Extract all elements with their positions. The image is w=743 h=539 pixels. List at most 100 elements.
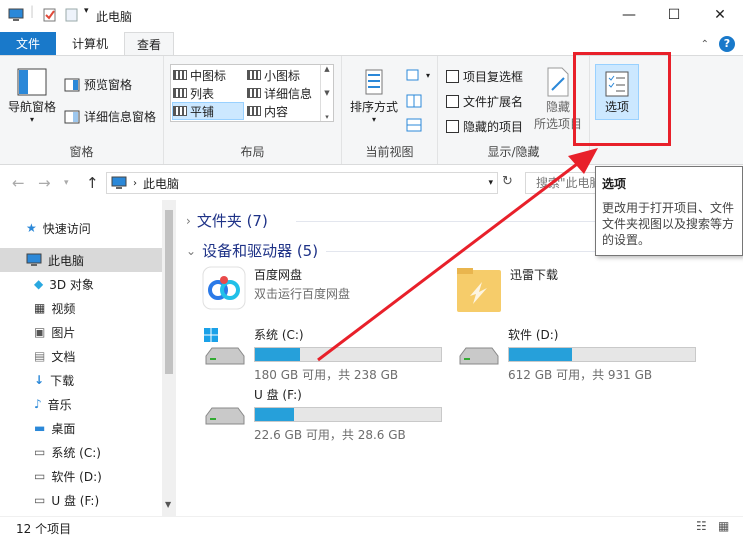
storage-bar-fill bbox=[509, 348, 573, 361]
preview-pane-button[interactable]: 预览窗格 bbox=[64, 76, 132, 93]
image-icon: ▣ bbox=[34, 325, 46, 339]
storage-bar bbox=[508, 347, 696, 362]
nav-item-drive-d[interactable]: ▭ 软件 (D:) bbox=[0, 464, 162, 488]
storage-bar bbox=[254, 347, 442, 362]
refresh-icon[interactable]: ↻ bbox=[502, 174, 513, 189]
music-icon: ♪ bbox=[34, 397, 42, 411]
layout-small-icons[interactable]: 小图标 bbox=[247, 66, 300, 84]
details-view-icon[interactable]: ☷ bbox=[696, 519, 707, 533]
drive-icon: ▭ bbox=[34, 469, 46, 483]
scroll-down-icon[interactable]: ▼ bbox=[165, 500, 171, 509]
tile-xunlei[interactable]: 迅雷下载 bbox=[456, 266, 558, 314]
sort-icon bbox=[365, 69, 383, 95]
address-dropdown-icon[interactable]: ▾ bbox=[488, 178, 493, 188]
layout-gallery: 中图标 小图标 列表 详细信息 平铺 内容 ▲ ▼ ▾ bbox=[170, 64, 334, 122]
item-checkboxes-toggle[interactable]: 项目复选框 bbox=[446, 68, 523, 85]
large-icons-view-icon[interactable]: ▦ bbox=[718, 519, 729, 533]
sort-by-button[interactable]: 排序方式 ▾ bbox=[350, 66, 398, 124]
checkbox[interactable] bbox=[446, 70, 459, 83]
maximize-button[interactable]: ☐ bbox=[651, 0, 697, 30]
usb-drive-icon bbox=[205, 407, 245, 425]
up-arrow-icon[interactable]: ↑ bbox=[86, 174, 99, 192]
nav-item-quick-access[interactable]: ★ 快速访问 bbox=[0, 216, 162, 240]
layout-medium-icons[interactable]: 中图标 bbox=[173, 66, 226, 84]
tab-view[interactable]: 查看 bbox=[124, 32, 175, 56]
layout-label: 详细信息 bbox=[264, 86, 313, 101]
hidden-items-toggle[interactable]: 隐藏的项目 bbox=[446, 118, 523, 135]
drive-icon bbox=[459, 347, 499, 365]
nav-pane-label: 导航窗格 bbox=[8, 100, 57, 114]
properties-icon[interactable] bbox=[42, 8, 58, 22]
nav-item-videos[interactable]: ▦ 视频 bbox=[0, 296, 162, 320]
hide-selected-label: 隐藏 bbox=[546, 100, 571, 114]
nav-item-drive-c[interactable]: ▭ 系统 (C:) bbox=[0, 440, 162, 464]
breadcrumb-separator-icon: › bbox=[133, 177, 137, 189]
storage-info: 180 GB 可用，共 238 GB bbox=[254, 368, 399, 382]
tile-usb-f[interactable]: U 盘 (F:) 22.6 GB 可用，共 28.6 GB bbox=[202, 386, 442, 443]
nav-item-downloads[interactable]: ↓ 下载 bbox=[0, 368, 162, 392]
collapse-ribbon-icon[interactable]: ⌃ bbox=[701, 39, 709, 50]
new-folder-icon[interactable] bbox=[64, 8, 80, 22]
nav-item-label: 3D 对象 bbox=[49, 277, 94, 292]
navigation-pane: ★ 快速访问 此电脑 ◆ 3D 对象 ▦ 视频 ▣ 图片 ▤ 文档 ↓ 下载 ♪ 音乐 ▬ 桌面… bbox=[0, 200, 176, 516]
add-columns-button[interactable] bbox=[406, 94, 422, 108]
nav-item-3d-objects[interactable]: ◆ 3D 对象 bbox=[0, 272, 162, 296]
layout-label: 列表 bbox=[190, 86, 215, 101]
nav-item-label: U 盘 (F:) bbox=[51, 493, 100, 508]
group-label-show-hide: 显示/隐藏 bbox=[487, 145, 540, 159]
size-columns-button[interactable] bbox=[406, 118, 422, 132]
recent-dropdown-icon[interactable]: ▾ bbox=[64, 178, 69, 188]
checkbox[interactable] bbox=[446, 120, 459, 133]
group-by-button[interactable]: ▾ bbox=[406, 68, 430, 82]
group-label-layout: 布局 bbox=[240, 145, 265, 159]
forward-arrow-icon[interactable]: → bbox=[38, 174, 51, 192]
nav-scrollbar[interactable]: ▼ bbox=[162, 200, 176, 516]
layout-details[interactable]: 详细信息 bbox=[247, 84, 312, 102]
tab-file[interactable]: 文件 bbox=[0, 32, 56, 56]
layout-tiles[interactable]: 平铺 bbox=[172, 102, 244, 120]
folders-section-header[interactable]: › 文件夹 (7) bbox=[186, 210, 268, 231]
tile-drive-c[interactable]: 系统 (C:) 180 GB 可用，共 238 GB bbox=[202, 326, 442, 383]
tooltip-line: 更改用于打开项目、文件 bbox=[602, 201, 735, 215]
nav-item-label: 系统 (C:) bbox=[51, 445, 101, 460]
chevron-down-icon: ▾ bbox=[372, 115, 377, 124]
nav-item-music[interactable]: ♪ 音乐 bbox=[0, 392, 162, 416]
help-icon[interactable]: ? bbox=[719, 36, 735, 52]
tile-baidu-netdisk[interactable]: 百度网盘 双击运行百度网盘 bbox=[202, 266, 350, 310]
cube-icon: ◆ bbox=[34, 277, 44, 291]
storage-info: 22.6 GB 可用，共 28.6 GB bbox=[254, 428, 406, 442]
details-pane-button[interactable]: 详细信息窗格 bbox=[64, 108, 156, 125]
devices-header-label: 设备和驱动器 (5) bbox=[202, 242, 319, 260]
nav-scrollbar-thumb[interactable] bbox=[165, 210, 173, 374]
breadcrumb[interactable]: 此电脑 bbox=[143, 175, 179, 192]
quick-access-toolbar-dropdown[interactable]: ▾ bbox=[84, 6, 89, 16]
tile-drive-d[interactable]: 软件 (D:) 612 GB 可用，共 931 GB bbox=[456, 326, 696, 383]
nav-item-usb-f[interactable]: ▭ U 盘 (F:) bbox=[0, 488, 162, 512]
nav-item-documents[interactable]: ▤ 文档 bbox=[0, 344, 162, 368]
checkbox[interactable] bbox=[446, 95, 459, 108]
address-bar[interactable]: › 此电脑 ▾ bbox=[106, 172, 498, 194]
layout-gallery-scroll[interactable]: ▲ ▼ ▾ bbox=[320, 65, 333, 121]
tile-name: 迅雷下载 bbox=[510, 268, 559, 282]
close-button[interactable]: ✕ bbox=[697, 0, 743, 30]
back-arrow-icon[interactable]: ← bbox=[12, 174, 25, 192]
usb-drive-icon: ▭ bbox=[34, 493, 46, 507]
add-columns-icon bbox=[406, 94, 422, 108]
layout-list[interactable]: 列表 bbox=[173, 84, 214, 102]
minimize-button[interactable]: — bbox=[606, 0, 652, 30]
tab-computer[interactable]: 计算机 bbox=[60, 32, 120, 56]
medium-icons-icon bbox=[173, 70, 187, 80]
nav-item-desktop[interactable]: ▬ 桌面 bbox=[0, 416, 162, 440]
tile-name: U 盘 (F:) bbox=[254, 388, 302, 402]
preview-pane-label: 预览窗格 bbox=[84, 78, 133, 92]
file-extensions-toggle[interactable]: 文件扩展名 bbox=[446, 93, 523, 110]
layout-content[interactable]: 内容 bbox=[247, 102, 288, 120]
drive-c-icon bbox=[204, 328, 245, 365]
star-icon: ★ bbox=[26, 221, 37, 235]
nav-pane-button[interactable]: 导航窗格 ▾ bbox=[8, 66, 56, 124]
nav-item-this-pc[interactable]: 此电脑 bbox=[0, 248, 162, 272]
computer-icon bbox=[111, 176, 127, 189]
chevron-down-icon: ⌄ bbox=[186, 243, 197, 258]
devices-section-header[interactable]: ⌄ 设备和驱动器 (5) bbox=[186, 240, 318, 261]
nav-item-pictures[interactable]: ▣ 图片 bbox=[0, 320, 162, 344]
